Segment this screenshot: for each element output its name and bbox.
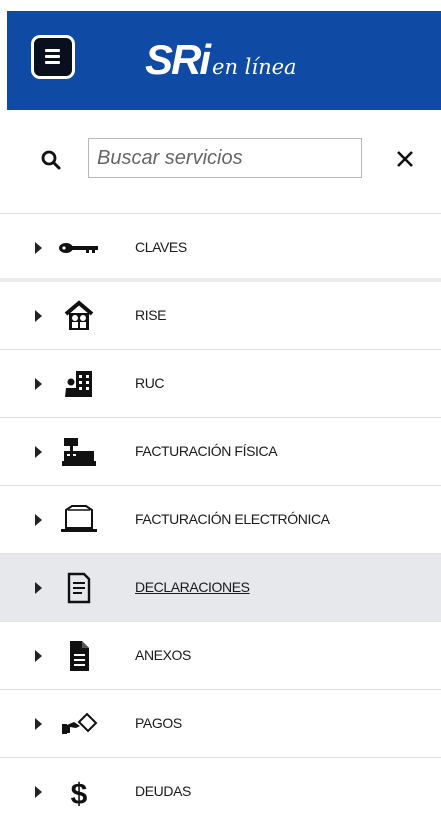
hamburger-icon-bar [45,55,60,58]
logo-brand: SRi [145,36,211,83]
laptop-icon [61,505,97,532]
menu-item-pagos[interactable]: PAGOS [0,690,441,758]
cash-register-icon [62,438,96,466]
menu-item-label: DECLARACIONES [135,579,250,595]
services-menu: CLAVES RISE RUC FACTURACIÓN FÍSICA FACTU… [0,214,441,826]
hamburger-icon [45,49,60,52]
sri-logo[interactable]: SRi en línea [145,35,297,85]
caret-right-icon [35,514,42,526]
close-icon[interactable] [390,144,420,174]
caret-right-icon [35,786,42,798]
search-icon [41,150,61,170]
menu-item-ruc[interactable]: RUC [0,350,441,418]
hamburger-icon-bar [45,61,60,64]
caret-right-icon [35,310,42,322]
file-icon [70,641,89,671]
caret-right-icon [35,582,42,594]
hamburger-menu-button[interactable] [31,35,75,79]
menu-item-label: DEUDAS [135,783,191,799]
menu-item-facturacion-fisica[interactable]: FACTURACIÓN FÍSICA [0,418,441,486]
menu-item-deudas[interactable]: $ DEUDAS [0,758,441,826]
menu-item-label: FACTURACIÓN FÍSICA [135,443,278,459]
menu-item-claves[interactable]: CLAVES [0,214,441,282]
hand-card-icon [62,712,98,734]
caret-right-icon [35,242,42,254]
caret-right-icon [35,378,42,390]
menu-item-facturacion-electronica[interactable]: FACTURACIÓN ELECTRÓNICA [0,486,441,554]
menu-item-rise[interactable]: RISE [0,282,441,350]
key-icon [59,243,98,253]
app-header: SRi en línea [7,11,441,110]
caret-right-icon [35,650,42,662]
menu-item-label: ANEXOS [135,647,191,663]
svg-text:$: $ [71,778,88,810]
menu-item-label: FACTURACIÓN ELECTRÓNICA [135,511,330,527]
document-lines-icon [67,572,91,604]
search-bar [0,138,441,182]
menu-item-label: CLAVES [135,239,187,255]
menu-item-anexos[interactable]: ANEXOS [0,622,441,690]
house-people-icon [64,300,94,330]
search-input[interactable] [88,138,362,178]
logo-subtitle: en línea [212,55,297,79]
menu-item-label: RISE [135,307,167,323]
menu-item-label: RUC [135,375,165,391]
menu-item-declaraciones[interactable]: DECLARACIONES [0,554,441,622]
caret-right-icon [35,718,42,730]
dollar-icon: $ [71,778,88,810]
caret-right-icon [35,446,42,458]
building-person-icon [65,371,92,397]
menu-item-label: PAGOS [135,715,182,731]
